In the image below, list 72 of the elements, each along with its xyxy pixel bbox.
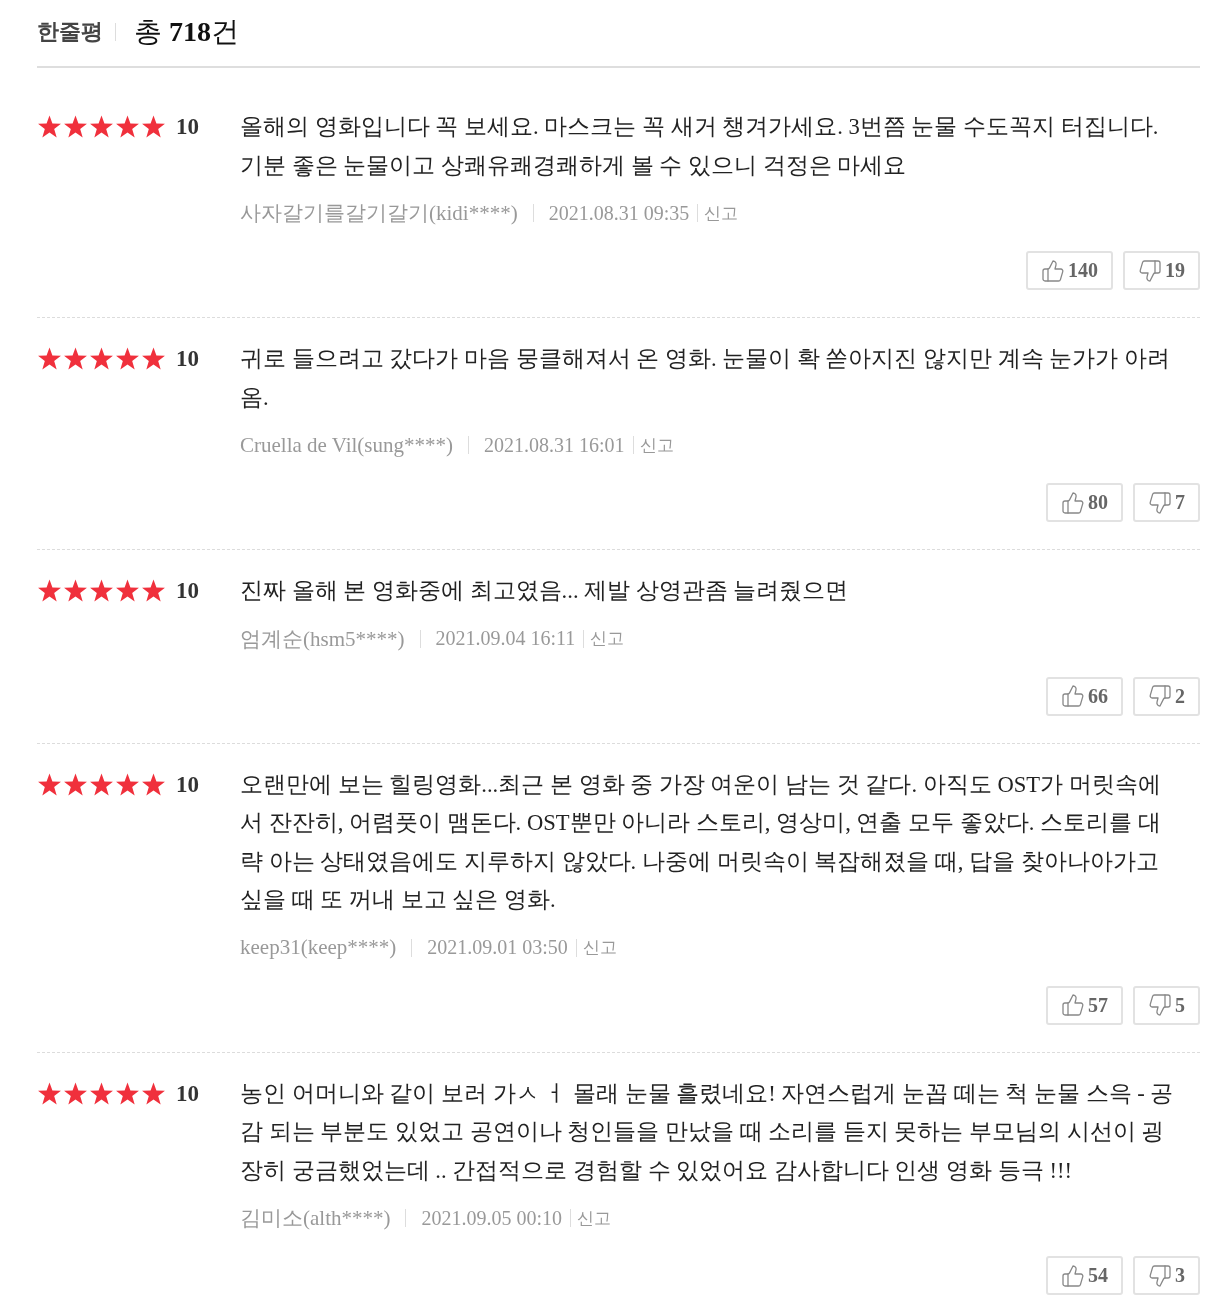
thumbs-up-icon: [1061, 1263, 1085, 1288]
review-date: 2021.09.04 16:11: [435, 627, 576, 650]
thumbs-down-icon: [1148, 993, 1172, 1017]
thumbs-up-icon: [1061, 490, 1085, 515]
star-icon: [89, 347, 114, 371]
review-text: 오랜만에 보는 힐링영화...최근 본 영화 중 가장 여운이 남는 것 같다. 아직도 OST가 머릿속에서 잔잔히, 어렴풋이 맴돈다. OST뿐만 아니라 스토리, 영상미, 연출 모두 좋았다. 스토리를 대략 아는 상태였음에도 지루하지 않았다. 나중에 머릿속이 복잡해졌을 때, 답을 찾아나아가고 싶을 때 또 꺼내 보고 싶은 영화.: [240, 770, 1162, 914]
like-button[interactable]: 80: [1046, 483, 1123, 522]
star-icon: [63, 772, 88, 797]
author-name: keep31(keep****): [240, 935, 397, 960]
rating-score: 10: [176, 578, 199, 604]
rating-score: 10: [176, 771, 199, 798]
thumbs-down-icon: [1148, 684, 1172, 708]
dislike-button[interactable]: 5: [1133, 985, 1200, 1025]
like-button[interactable]: 140: [1026, 251, 1113, 290]
star-icon: [37, 1081, 62, 1106]
thumbs-down-icon: [1148, 1263, 1172, 1288]
like-button[interactable]: 54: [1046, 1256, 1123, 1295]
review-date: 2021.09.01 03:50: [427, 936, 568, 959]
review-date: 2021.09.05 00:10: [421, 1206, 563, 1230]
review-total-count: 총 718건: [134, 15, 239, 49]
star-icon: [89, 579, 114, 603]
thumbs-down-icon: [1148, 490, 1172, 515]
star-icon: [63, 1081, 88, 1106]
star-icon: [37, 579, 62, 603]
review-text: 진짜 올해 본 영화중에 최고였음... 제발 상영관좀 늘려줬으면: [240, 577, 850, 605]
dislike-button[interactable]: 2: [1133, 676, 1200, 716]
review-date: 2021.08.31 16:01: [484, 433, 625, 457]
report-link[interactable]: 신고: [582, 936, 617, 959]
star-icon: [115, 347, 140, 371]
report-link[interactable]: 신고: [704, 201, 739, 225]
dislike-button[interactable]: 7: [1133, 483, 1200, 522]
author-name: 엄계순(hsm5****): [240, 625, 405, 653]
thumbs-down-icon: [1138, 258, 1162, 283]
rating-score: 10: [176, 1080, 199, 1107]
rating-score: 10: [176, 114, 199, 140]
report-link[interactable]: 신고: [639, 433, 674, 457]
star-icon: [89, 115, 114, 139]
star-icon: [141, 1081, 166, 1106]
thumbs-up-icon: [1061, 684, 1085, 708]
star-icon: [37, 115, 62, 139]
star-icon: [37, 772, 62, 797]
star-icon: [63, 579, 88, 603]
star-icon: [115, 579, 140, 603]
section-title: 한줄평: [37, 18, 103, 46]
star-icon: [115, 115, 140, 139]
star-icon: [141, 115, 166, 139]
star-icon: [141, 772, 166, 797]
thumbs-up-icon: [1041, 258, 1065, 283]
star-icon: [141, 347, 166, 371]
review-date: 2021.08.31 09:35: [548, 201, 690, 225]
star-icon: [37, 347, 62, 371]
star-icon: [89, 1081, 114, 1106]
dislike-button[interactable]: 3: [1133, 1256, 1200, 1295]
dislike-button[interactable]: 19: [1123, 251, 1200, 290]
review-text: 농인 어머니와 같이 보러 가ㅅ ㅓ 몰래 눈물 흘렸네요! 자연스럽게 눈꼽 떼는 척 눈물 스윽 - 공감 되는 부분도 있었고 공연이나 청인들을 만났을 때 소리를 듣지 못하는 부모님의 시선이 굉장히 궁금했었는데 .. 간접적으로 경험할 수 있었어요 감사합니다 인생 영화 등극 !!!: [240, 1079, 1175, 1185]
author-name: 김미소(alth****): [240, 1205, 391, 1232]
star-icon: [141, 579, 166, 603]
review-text: 귀로 들으려고 갔다가 마음 뭉클해져서 온 영화. 눈물이 확 쏟아지진 않지만 계속 눈가가 아려옴.: [240, 345, 1172, 412]
star-icon: [63, 347, 88, 371]
report-link[interactable]: 신고: [590, 627, 625, 650]
author-name: 사자갈기를갈기갈기(kidi****): [240, 200, 518, 227]
review-text: 올해의 영화입니다 꼭 보세요. 마스크는 꼭 새거 챙겨가세요. 3번쯤 눈물 수도꼭지 터집니다. 기분 좋은 눈물이고 상쾌유쾌경쾌하게 볼 수 있으니 걱정은 마세요: [240, 113, 1160, 180]
rating-score: 10: [176, 346, 199, 372]
star-icon: [89, 772, 114, 797]
like-button[interactable]: 66: [1046, 676, 1123, 716]
thumbs-up-icon: [1061, 993, 1085, 1017]
star-icon: [115, 1081, 140, 1106]
like-button[interactable]: 57: [1046, 985, 1123, 1025]
report-link[interactable]: 신고: [577, 1206, 612, 1230]
author-name: Cruella de Vil(sung****): [240, 432, 453, 458]
star-icon: [115, 772, 140, 797]
star-icon: [63, 115, 88, 139]
